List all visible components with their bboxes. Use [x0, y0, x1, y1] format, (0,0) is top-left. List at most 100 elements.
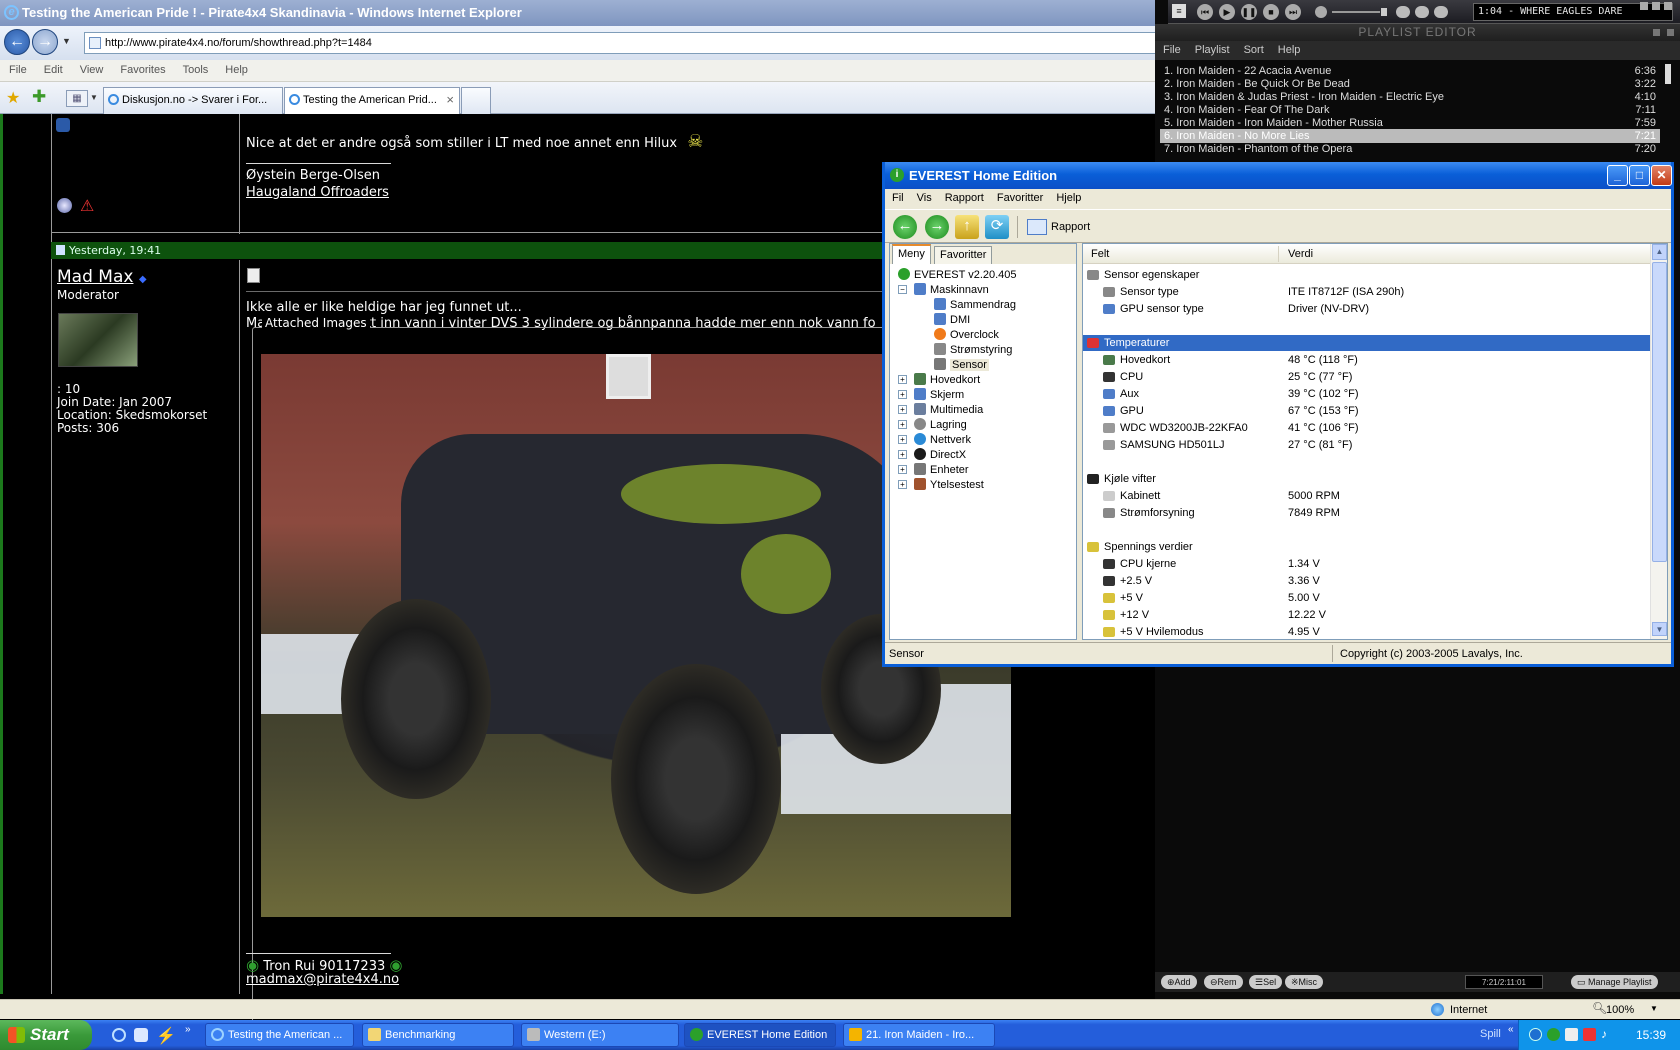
- expand-icon[interactable]: +: [898, 480, 907, 489]
- winamp-shade-icon[interactable]: [1652, 2, 1660, 10]
- tree-multimedia[interactable]: + Multimedia: [898, 403, 983, 416]
- back-arrow-icon[interactable]: ←: [4, 29, 30, 55]
- sensor-property-row[interactable]: Sensor type ITE IT8712F (ISA 290h): [1083, 284, 1651, 300]
- pause-icon[interactable]: ❚❚: [1241, 4, 1257, 20]
- playlist-menu-file[interactable]: File: [1155, 41, 1187, 56]
- maximize-button[interactable]: □: [1629, 165, 1650, 186]
- tray-volume-icon[interactable]: ♪: [1601, 1027, 1607, 1041]
- repeat-icon[interactable]: [1434, 6, 1448, 18]
- temperature-row[interactable]: SAMSUNG HD501LJ 27 °C (81 °F): [1083, 437, 1651, 453]
- ie-title-bar[interactable]: e Testing the American Pride ! - Pirate4…: [0, 0, 1160, 26]
- username-link[interactable]: Mad Max ◆: [57, 267, 147, 287]
- temperature-row[interactable]: Hovedkort 48 °C (118 °F): [1083, 352, 1651, 368]
- zoom-level[interactable]: 100%: [1606, 1004, 1634, 1016]
- scroll-down-icon[interactable]: ▼: [1652, 622, 1667, 636]
- close-button[interactable]: ✕: [1651, 165, 1672, 186]
- tree-overclock[interactable]: Overclock: [934, 328, 999, 341]
- voltage-row[interactable]: +5 V Hvilemodus 4.95 V: [1083, 624, 1651, 639]
- tree-skjerm[interactable]: + Skjerm: [898, 388, 964, 401]
- playlist-track[interactable]: 6. Iron Maiden - No More Lies 7:21: [1160, 129, 1660, 143]
- playlist-select-button[interactable]: ☰Sel: [1249, 975, 1283, 989]
- volume-slider[interactable]: [1332, 11, 1380, 13]
- tree-lagring[interactable]: + Lagring: [898, 418, 967, 431]
- everest-menu-hjelp[interactable]: Hjelp: [1049, 189, 1087, 204]
- tree-nettverk[interactable]: + Nettverk: [898, 433, 971, 446]
- expand-icon[interactable]: +: [898, 405, 907, 414]
- tab-favoritter[interactable]: Favoritter: [934, 246, 993, 264]
- scroll-thumb[interactable]: [1652, 262, 1667, 562]
- tray-everest-icon[interactable]: [1547, 1028, 1560, 1041]
- report-post-icon[interactable]: ⚠: [80, 196, 94, 215]
- toolbar-expand-icon[interactable]: «: [1508, 1024, 1514, 1035]
- column-header-felt[interactable]: Felt: [1091, 248, 1109, 260]
- tray-app-icon[interactable]: [1565, 1028, 1578, 1041]
- temperature-row[interactable]: CPU 25 °C (77 °F): [1083, 369, 1651, 385]
- next-track-icon[interactable]: ⏭: [1285, 4, 1301, 20]
- tree-dmi[interactable]: DMI: [934, 313, 970, 326]
- start-button[interactable]: Start: [0, 1020, 92, 1050]
- menu-file[interactable]: File: [0, 60, 35, 76]
- everest-menu-fil[interactable]: Fil: [885, 189, 910, 204]
- menu-tools[interactable]: Tools: [174, 60, 217, 76]
- address-bar[interactable]: http://www.pirate4x4.no/forum/showthread…: [84, 32, 1160, 54]
- expand-icon[interactable]: +: [898, 375, 907, 384]
- section-cooling-fans[interactable]: Kjøle vifter: [1083, 471, 1651, 487]
- refresh-icon[interactable]: ⟳: [985, 215, 1009, 239]
- playlist-track[interactable]: 7. Iron Maiden - Phantom of the Opera 7:2…: [1160, 142, 1660, 156]
- fan-row[interactable]: Kabinett 5000 RPM: [1083, 488, 1651, 504]
- column-divider[interactable]: [1278, 246, 1279, 262]
- fan-row[interactable]: Strømforsyning 7849 RPM: [1083, 505, 1651, 521]
- tree-maskinnavn[interactable]: − Maskinnavn: [898, 283, 989, 296]
- expand-icon[interactable]: +: [898, 450, 907, 459]
- tree-sammendrag[interactable]: Sammendrag: [934, 298, 1016, 311]
- up-folder-icon[interactable]: ↑: [955, 215, 979, 239]
- menu-edit[interactable]: Edit: [35, 60, 71, 76]
- new-tab-button[interactable]: [461, 87, 491, 114]
- menu-favorites[interactable]: Favorites: [111, 60, 173, 76]
- tab-diskusjon[interactable]: Diskusjon.no -> Svarer i For...: [103, 87, 283, 114]
- temperature-row[interactable]: WDC WD3200JB-22KFA0 41 °C (106 °F): [1083, 420, 1651, 436]
- playlist-misc-button[interactable]: ※Misc: [1285, 975, 1324, 989]
- expand-icon[interactable]: +: [898, 435, 907, 444]
- expand-icon[interactable]: +: [898, 465, 907, 474]
- winamp-main-bar[interactable]: ≡ ⏮ ▶ ❚❚ ■ ⏭ 1:04 - WHERE EAGLES DARE: [1168, 0, 1680, 24]
- volume-slider-thumb[interactable]: [1381, 8, 1387, 16]
- tray-security-icon[interactable]: [1583, 1028, 1596, 1041]
- ie-quicklaunch-icon[interactable]: [112, 1028, 126, 1042]
- expand-icon[interactable]: +: [898, 420, 907, 429]
- forward-arrow-icon[interactable]: →: [925, 215, 949, 239]
- eject-icon[interactable]: [1396, 6, 1410, 18]
- scroll-up-icon[interactable]: ▲: [1652, 244, 1667, 260]
- tree-directx[interactable]: + DirectX: [898, 448, 966, 461]
- add-favorite-icon[interactable]: ✚: [32, 87, 46, 107]
- everest-menu-favoritter[interactable]: Favoritter: [990, 189, 1049, 204]
- task-everest[interactable]: EVEREST Home Edition: [684, 1023, 836, 1047]
- voltage-row[interactable]: +2.5 V 3.36 V: [1083, 573, 1651, 589]
- signature-club-link[interactable]: Haugaland Offroaders: [246, 185, 389, 200]
- playlist-title-bar[interactable]: PLAYLIST EDITOR: [1155, 24, 1680, 41]
- back-arrow-icon[interactable]: ←: [893, 215, 917, 239]
- playlist-add-button[interactable]: ⊕Add: [1161, 975, 1197, 989]
- stop-icon[interactable]: ■: [1263, 4, 1279, 20]
- tab-testing-american-pride[interactable]: Testing the American Prid... ×: [284, 87, 460, 114]
- tree-root[interactable]: EVEREST v2.20.405: [898, 268, 1017, 281]
- tab-list-dropdown-icon[interactable]: ▼: [90, 93, 98, 102]
- details-vertical-scrollbar[interactable]: ▲ ▼: [1650, 244, 1667, 639]
- task-ie[interactable]: Testing the American ...: [205, 1023, 354, 1047]
- signature-email-link[interactable]: madmax@pirate4x4.no: [246, 972, 399, 987]
- tree-ytelsestest[interactable]: + Ytelsestest: [898, 478, 984, 491]
- winamp-menu-icon[interactable]: ≡: [1172, 4, 1186, 18]
- section-voltages[interactable]: Spennings verdier: [1083, 539, 1651, 555]
- clock[interactable]: 15:39: [1636, 1028, 1666, 1042]
- quick-tabs-icon[interactable]: ▦: [66, 90, 88, 107]
- previous-track-icon[interactable]: ⏮: [1197, 4, 1213, 20]
- playlist-track[interactable]: 3. Iron Maiden & Judas Priest - Iron Mai…: [1160, 90, 1660, 104]
- tree-sensor[interactable]: Sensor: [934, 358, 989, 371]
- tab-meny[interactable]: Meny: [892, 244, 931, 264]
- tree-stromstyring[interactable]: Strømstyring: [934, 343, 1012, 356]
- zoom-dropdown-icon[interactable]: ▼: [1650, 1004, 1658, 1013]
- playlist-track[interactable]: 1. Iron Maiden - 22 Acacia Avenue 6:36: [1160, 64, 1660, 78]
- playlist-shade-icon[interactable]: [1653, 29, 1660, 36]
- forward-arrow-icon[interactable]: →: [32, 29, 58, 55]
- voltage-row[interactable]: +5 V 5.00 V: [1083, 590, 1651, 606]
